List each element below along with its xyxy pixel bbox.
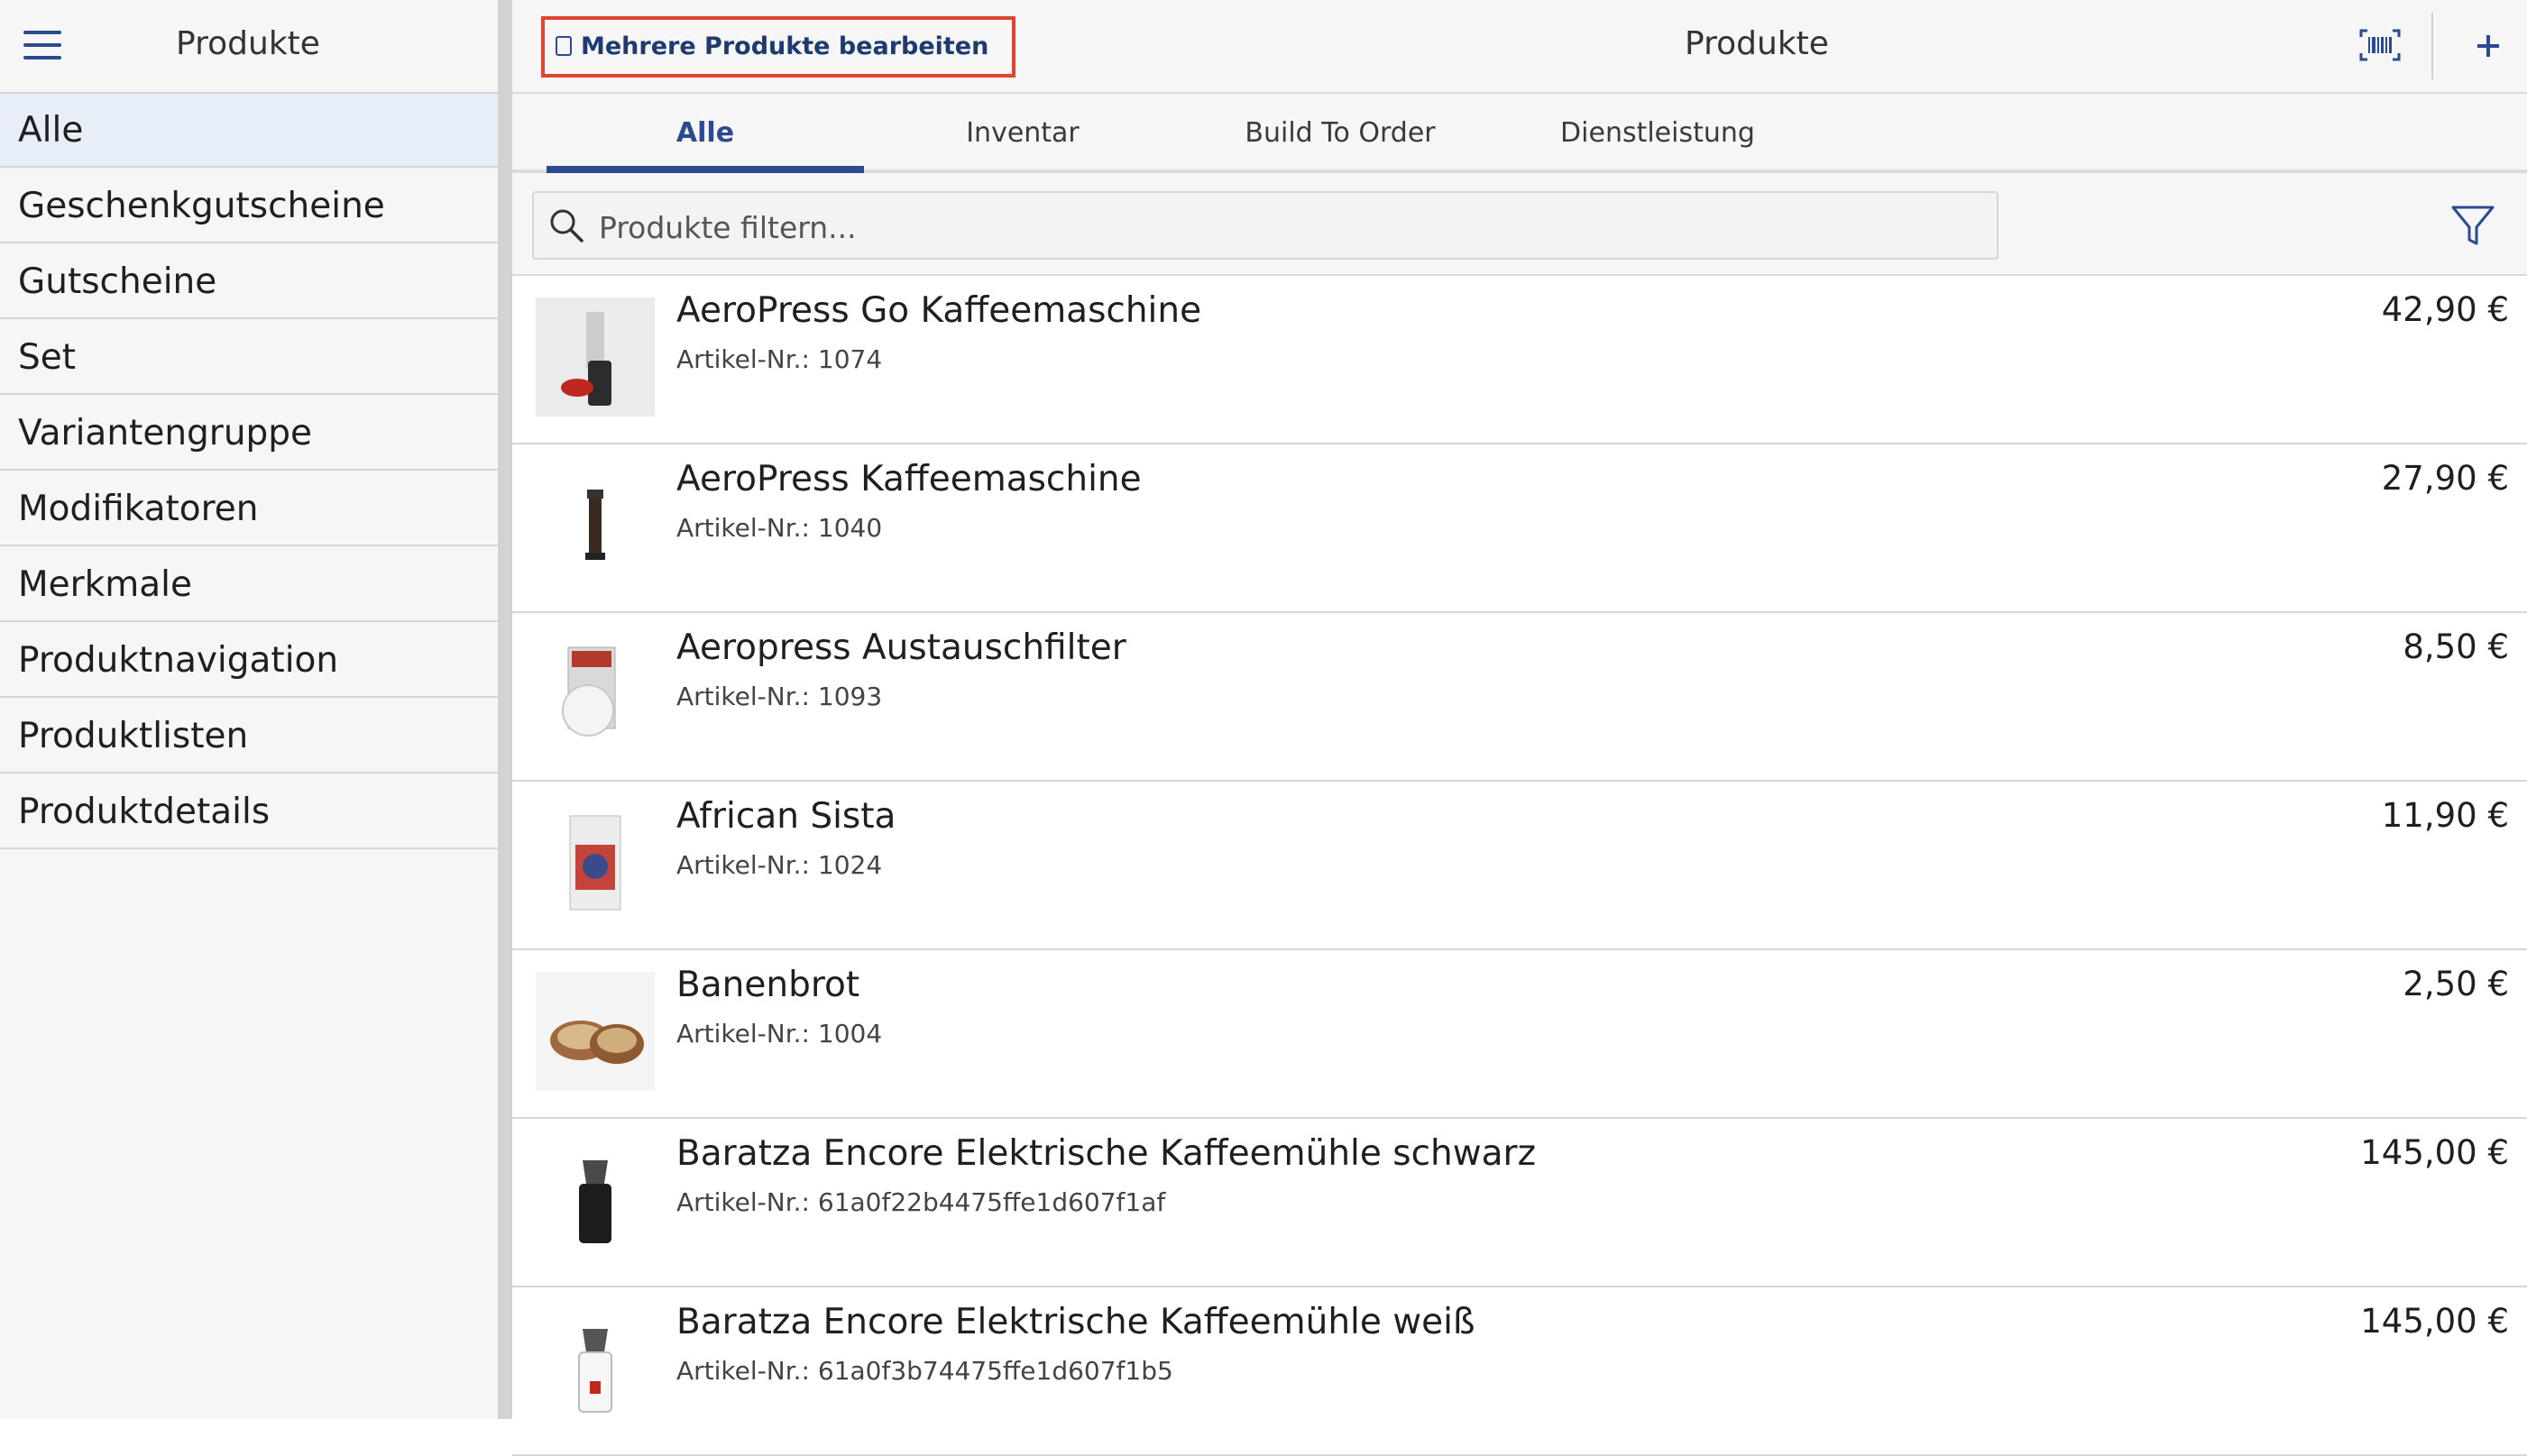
tab-build-to-order[interactable]: Build To Order (1181, 94, 1499, 169)
sidebar-item-variantengruppe[interactable]: Variantengruppe (0, 397, 498, 471)
product-price: 11,90 € (2381, 796, 2509, 835)
sidebar-item-modifikatoren[interactable]: Modifikatoren (0, 472, 498, 546)
product-name: AeroPress Kaffeemaschine (676, 459, 1142, 499)
tab-dienstleistung[interactable]: Dienstleistung (1499, 94, 1816, 169)
product-row[interactable]: Banenbrot Artikel-Nr.: 1004 2,50 € (512, 950, 2527, 1119)
product-row[interactable]: Baratza Encore Elektrische Kaffeemühle s… (512, 1119, 2527, 1287)
product-thumbnail (536, 803, 655, 922)
product-thumbnail (536, 1309, 655, 1428)
product-price: 2,50 € (2403, 965, 2509, 1003)
main-header: Mehrere Produkte bearbeiten Produkte (512, 0, 2527, 94)
hamburger-menu-icon[interactable] (23, 31, 61, 60)
product-row[interactable]: Baratza Encore Elektrische Kaffeemühle w… (512, 1287, 2527, 1456)
sidebar-item-gutscheine[interactable]: Gutscheine (0, 245, 498, 319)
sidebar-item-alle[interactable]: Alle (0, 94, 498, 168)
product-sku: Artikel-Nr.: 1093 (676, 682, 883, 711)
search-row (512, 173, 2527, 276)
pane-divider[interactable] (498, 0, 512, 1419)
page-title: Produkte (1685, 25, 1829, 62)
tab-bar: Alle Inventar Build To Order Dienstleist… (512, 94, 2527, 173)
sidebar-item-produktdetails[interactable]: Produktdetails (0, 775, 498, 849)
sidebar: Produkte Alle Geschenkgutscheine Gutsche… (0, 0, 498, 1419)
main-panel: Mehrere Produkte bearbeiten Produkte All… (512, 0, 2527, 1456)
product-price: 145,00 € (2360, 1302, 2509, 1341)
tab-alle[interactable]: Alle (547, 94, 864, 173)
search-box[interactable] (532, 191, 1999, 260)
product-name: Banenbrot (676, 965, 860, 1005)
product-name: Baratza Encore Elektrische Kaffeemühle s… (676, 1133, 1537, 1174)
product-price: 42,90 € (2381, 290, 2509, 329)
sidebar-item-set[interactable]: Set (0, 321, 498, 395)
search-icon (550, 209, 584, 243)
product-thumbnail (536, 466, 655, 585)
sidebar-item-geschenkgutscheine[interactable]: Geschenkgutscheine (0, 169, 498, 243)
sidebar-header: Produkte (0, 0, 498, 94)
product-row[interactable]: AeroPress Go Kaffeemaschine Artikel-Nr.:… (512, 276, 2527, 444)
product-row[interactable]: African Sista Artikel-Nr.: 1024 11,90 € (512, 782, 2527, 950)
product-price: 8,50 € (2403, 627, 2509, 666)
product-sku: Artikel-Nr.: 1074 (676, 344, 883, 374)
product-thumbnail (536, 635, 655, 754)
add-product-button[interactable] (2460, 16, 2514, 76)
product-name: African Sista (676, 796, 896, 837)
sidebar-item-produktnavigation[interactable]: Produktnavigation (0, 624, 498, 698)
product-sku: Artikel-Nr.: 1024 (676, 850, 883, 880)
product-name: Aeropress Austauschfilter (676, 627, 1126, 668)
search-input[interactable] (597, 200, 1971, 254)
product-sku: Artikel-Nr.: 1004 (676, 1019, 883, 1049)
product-name: Baratza Encore Elektrische Kaffeemühle w… (676, 1302, 1475, 1342)
product-sku: Artikel-Nr.: 1040 (676, 513, 883, 543)
product-row[interactable]: AeroPress Kaffeemaschine Artikel-Nr.: 10… (512, 444, 2527, 613)
product-price: 27,90 € (2381, 459, 2509, 498)
filter-icon[interactable] (2448, 200, 2498, 251)
product-sku: Artikel-Nr.: 61a0f22b4475ffe1d607f1af (676, 1187, 1166, 1217)
copy-icon (556, 35, 572, 56)
bulk-edit-button[interactable]: Mehrere Produkte bearbeiten (541, 16, 1015, 78)
header-separator (2431, 13, 2433, 79)
sidebar-item-produktlisten[interactable]: Produktlisten (0, 700, 498, 774)
sidebar-item-merkmale[interactable]: Merkmale (0, 548, 498, 622)
product-thumbnail (536, 972, 655, 1091)
barcode-scan-icon[interactable] (2359, 29, 2401, 61)
product-price: 145,00 € (2360, 1133, 2509, 1172)
product-sku: Artikel-Nr.: 61a0f3b74475ffe1d607f1b5 (676, 1356, 1173, 1386)
sidebar-title: Produkte (176, 25, 320, 62)
bulk-edit-label: Mehrere Produkte bearbeiten (581, 32, 989, 60)
product-thumbnail (536, 1140, 655, 1259)
tab-inventar[interactable]: Inventar (864, 94, 1181, 169)
product-name: AeroPress Go Kaffeemaschine (676, 290, 1202, 331)
product-row[interactable]: Aeropress Austauschfilter Artikel-Nr.: 1… (512, 613, 2527, 782)
product-thumbnail (536, 298, 655, 417)
